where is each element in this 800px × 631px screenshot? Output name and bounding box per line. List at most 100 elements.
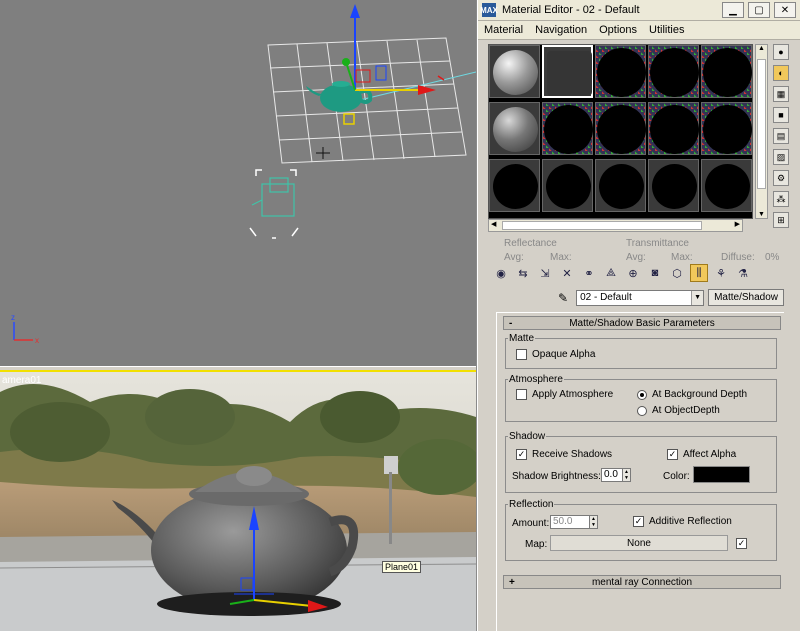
rollout-basic-parameters[interactable]: - Matte/Shadow Basic Parameters bbox=[503, 316, 781, 330]
backlight-icon[interactable]: ◐ bbox=[773, 65, 789, 81]
viewport-camera[interactable]: amera01 bbox=[0, 370, 476, 631]
title-bar[interactable]: MAX Material Editor - 02 - Default ▁ ▢ ✕ bbox=[478, 0, 800, 21]
opaque-alpha-checkbox[interactable] bbox=[516, 349, 527, 360]
uv-tiling-icon[interactable]: ■ bbox=[773, 107, 789, 123]
scroll-down-arrow-icon[interactable]: ▼ bbox=[756, 211, 767, 218]
sample-slot-active[interactable] bbox=[542, 45, 593, 98]
put-to-library-icon[interactable]: ⟁ bbox=[602, 264, 620, 282]
teapot-top[interactable] bbox=[306, 81, 373, 112]
slots-horizontal-scrollbar[interactable]: ◀ ▶ bbox=[488, 219, 743, 232]
apply-atmosphere-checkbox[interactable] bbox=[516, 389, 527, 400]
menu-options[interactable]: Options bbox=[599, 24, 637, 36]
at-object-depth-radio[interactable] bbox=[637, 405, 647, 416]
spinner-arrows-icon[interactable]: ▲ ▼ bbox=[590, 515, 598, 529]
amount-spinner[interactable]: 50.0 ▲ ▼ bbox=[550, 515, 598, 529]
receive-shadows-row[interactable]: ✓ Receive Shadows bbox=[516, 449, 612, 460]
shadow-color-label: Color: bbox=[663, 471, 690, 482]
get-material-icon[interactable]: ◉ bbox=[492, 264, 510, 282]
shadow-legend: Shadow bbox=[509, 431, 546, 442]
sample-slot[interactable] bbox=[542, 102, 593, 155]
material-navigator-icon[interactable]: ⊞ bbox=[773, 212, 789, 228]
rollout-mental-ray[interactable]: + mental ray Connection bbox=[503, 575, 781, 589]
options-icon[interactable]: ⚙ bbox=[773, 170, 789, 186]
shadow-group: Shadow bbox=[505, 431, 777, 493]
viewport-top[interactable]: z x bbox=[0, 0, 476, 366]
sample-slot[interactable] bbox=[648, 159, 699, 212]
slots-vertical-scrollbar[interactable]: ▲ ▼ bbox=[755, 44, 768, 219]
sample-slot[interactable] bbox=[489, 45, 540, 98]
sample-slot[interactable] bbox=[648, 45, 699, 98]
shadow-brightness-value[interactable]: 0.0 bbox=[601, 468, 623, 482]
scroll-left-arrow-icon[interactable]: ◀ bbox=[491, 220, 496, 228]
put-to-scene-icon[interactable]: ⇆ bbox=[514, 264, 532, 282]
sample-slot[interactable] bbox=[701, 102, 752, 155]
go-to-parent-icon[interactable]: ⫼ bbox=[690, 264, 708, 282]
additive-reflection-checkbox[interactable]: ✓ bbox=[633, 516, 644, 527]
apply-atmosphere-row[interactable]: Apply Atmosphere bbox=[516, 389, 613, 400]
material-name-dropdown[interactable]: 02 - Default ▼ bbox=[576, 289, 705, 306]
reset-map-icon[interactable]: ✕ bbox=[558, 264, 576, 282]
map-enable-checkbox[interactable]: ✓ bbox=[736, 538, 747, 549]
camera-object[interactable] bbox=[249, 169, 299, 239]
scroll-up-arrow-icon[interactable]: ▲ bbox=[756, 45, 767, 52]
reflectance-max: Max: bbox=[550, 252, 572, 263]
amount-value[interactable]: 50.0 bbox=[550, 515, 590, 529]
at-background-depth-label: At Background Depth bbox=[652, 389, 748, 400]
reflection-legend: Reflection bbox=[509, 499, 554, 510]
assign-to-selection-icon[interactable]: ⇲ bbox=[536, 264, 554, 282]
menu-material[interactable]: Material bbox=[484, 24, 523, 36]
sample-slot[interactable] bbox=[701, 159, 752, 212]
minimize-button[interactable]: ▁ bbox=[722, 2, 744, 18]
close-button[interactable]: ✕ bbox=[774, 2, 796, 18]
svg-text:z: z bbox=[11, 313, 15, 322]
sample-slot[interactable] bbox=[489, 159, 540, 212]
video-color-check-icon[interactable]: ▤ bbox=[773, 128, 789, 144]
select-by-material-icon[interactable]: ⁂ bbox=[773, 191, 789, 207]
affect-alpha-checkbox[interactable]: ✓ bbox=[667, 449, 678, 460]
reflection-map-button[interactable]: None bbox=[550, 535, 728, 551]
sample-slot[interactable] bbox=[595, 102, 646, 155]
sample-slot[interactable] bbox=[542, 159, 593, 212]
show-end-result-icon[interactable]: ⬡ bbox=[668, 264, 686, 282]
rollout-mental-ray-title: mental ray Connection bbox=[591, 576, 693, 588]
shadow-brightness-spinner[interactable]: 0.0 ▲ ▼ bbox=[601, 468, 631, 482]
scroll-thumb[interactable] bbox=[757, 59, 766, 189]
sample-slot[interactable] bbox=[595, 159, 646, 212]
transmittance-max: Max: bbox=[671, 252, 693, 263]
scroll-right-arrow-icon[interactable]: ▶ bbox=[735, 220, 740, 228]
sample-slot[interactable] bbox=[648, 102, 699, 155]
make-unique-icon[interactable]: ⚭ bbox=[580, 264, 598, 282]
background-checker-icon[interactable]: ▦ bbox=[773, 86, 789, 102]
receive-shadows-checkbox[interactable]: ✓ bbox=[516, 449, 527, 460]
sample-slot[interactable] bbox=[701, 45, 752, 98]
sample-type-icon[interactable]: ● bbox=[773, 44, 789, 60]
pick-from-object-icon[interactable]: ⚗ bbox=[734, 264, 752, 282]
reflectance-avg: Avg: bbox=[504, 252, 524, 263]
material-toolbar: ◉ ⇆ ⇲ ✕ ⚭ ⟁ ⊕ ◙ ⬡ ⫼ ⚘ ⚗ bbox=[492, 264, 756, 282]
spinner-arrows-icon[interactable]: ▲ ▼ bbox=[623, 468, 631, 482]
additive-reflection-row[interactable]: ✓ Additive Reflection bbox=[633, 516, 732, 527]
scroll-thumb-h[interactable] bbox=[502, 221, 702, 230]
opaque-alpha-row[interactable]: Opaque Alpha bbox=[516, 349, 595, 360]
receive-shadows-label: Receive Shadows bbox=[532, 449, 613, 460]
viewport-camera-label: amera01 bbox=[2, 375, 42, 386]
at-object-depth-row[interactable]: At ObjectDepth bbox=[637, 405, 720, 416]
material-type-button[interactable]: Matte/Shadow bbox=[708, 289, 785, 306]
maximize-button[interactable]: ▢ bbox=[748, 2, 770, 18]
shadow-brightness-label: Shadow Brightness: bbox=[512, 471, 601, 482]
sample-slot[interactable] bbox=[489, 102, 540, 155]
at-background-depth-row[interactable]: At Background Depth bbox=[637, 389, 747, 400]
menu-utilities[interactable]: Utilities bbox=[649, 24, 684, 36]
material-effects-channel-icon[interactable]: ⊕ bbox=[624, 264, 642, 282]
sample-slot[interactable] bbox=[595, 45, 646, 98]
at-background-depth-radio[interactable] bbox=[637, 389, 647, 400]
make-preview-icon[interactable]: ▨ bbox=[773, 149, 789, 165]
axis-tripod-icon: z x bbox=[11, 313, 39, 345]
at-object-depth-label: At ObjectDepth bbox=[652, 405, 720, 416]
eyedropper-icon[interactable]: ✎ bbox=[558, 291, 568, 305]
affect-alpha-row[interactable]: ✓ Affect Alpha bbox=[667, 449, 736, 460]
show-map-in-viewport-icon[interactable]: ◙ bbox=[646, 264, 664, 282]
menu-navigation[interactable]: Navigation bbox=[535, 24, 587, 36]
go-forward-to-sibling-icon[interactable]: ⚘ bbox=[712, 264, 730, 282]
shadow-color-swatch[interactable] bbox=[693, 466, 750, 483]
